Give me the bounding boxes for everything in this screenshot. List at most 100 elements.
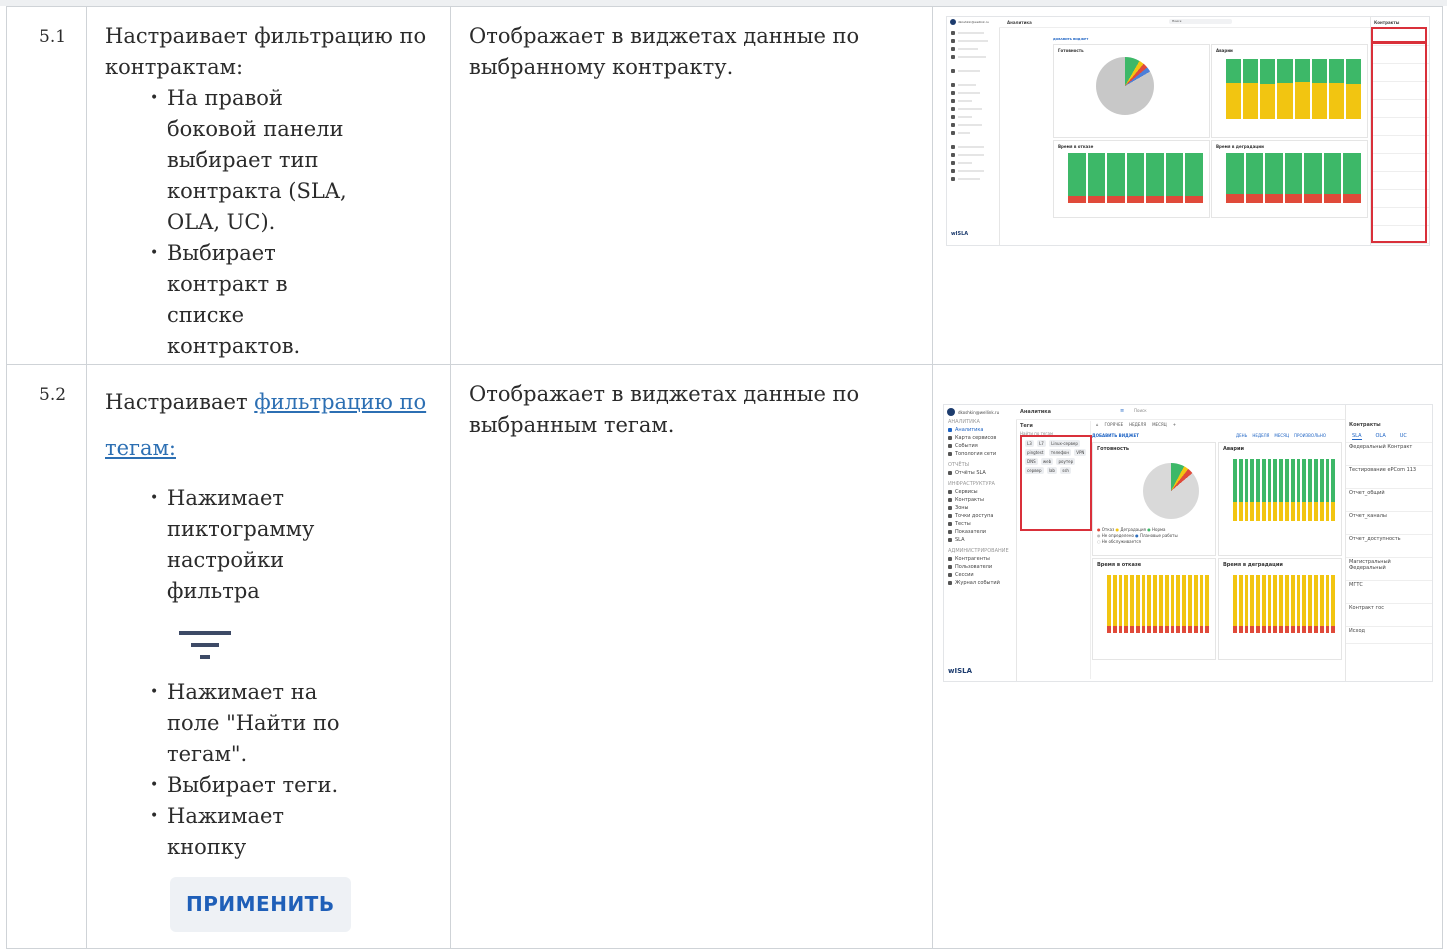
search-input[interactable]: Поиск	[1169, 19, 1232, 24]
bar	[1141, 575, 1146, 633]
tag-chip[interactable]: роутер	[1056, 458, 1076, 465]
sidebar-item-event-log[interactable]: Журнал событий	[944, 579, 1016, 587]
sidebar-item-services[interactable]: Сервисы	[944, 488, 1016, 496]
bar	[1147, 575, 1152, 633]
add-widget-button[interactable]: ДОБАВИТЬ ВИДЖЕТ	[1053, 37, 1088, 41]
result-cell: Отображает в виджетах данные по выбранно…	[450, 6, 933, 365]
tab-month[interactable]: МЕСЯЦ	[1152, 422, 1167, 427]
bar	[1170, 575, 1175, 633]
tab-hot[interactable]: ГОРЯЧЕЕ	[1105, 422, 1124, 427]
sidebar-item-tests[interactable]: Тесты	[944, 520, 1016, 528]
sidebar-item-sessions[interactable]: Сессии	[944, 571, 1016, 579]
sidebar-item-events[interactable]: События	[944, 442, 1016, 450]
bar-chart	[1068, 153, 1204, 203]
widget-title: Время в отказе	[1058, 144, 1094, 149]
list-item[interactable]: Отчет_доступность	[1346, 535, 1432, 558]
bar	[1187, 575, 1192, 633]
list-item[interactable]: Отчет_общий	[1346, 489, 1432, 512]
list-item-text: Нажимает кнопку	[167, 804, 285, 859]
result-cell: Отображает в виджетах данные по выбранны…	[450, 364, 933, 949]
list-item[interactable]: Контракт гос	[1346, 604, 1432, 627]
analytics-screenshot-tags: dkoshkin@wellink.ru АНАЛИТИКА Аналитика …	[943, 404, 1433, 682]
bar-chart	[1107, 575, 1210, 633]
widget-incidents: Аварии	[1218, 442, 1342, 556]
bar	[1279, 459, 1284, 521]
widget-title: Аварии	[1223, 446, 1244, 452]
add-tab-icon[interactable]: +	[1173, 422, 1176, 427]
sidebar-item-zones[interactable]: Зоны	[944, 504, 1016, 512]
sidebar-item-access-points[interactable]: Точки доступа	[944, 512, 1016, 520]
bar	[1130, 575, 1134, 633]
bar	[1331, 459, 1336, 521]
filter-icon[interactable]: ≡	[1120, 408, 1124, 414]
nav-header: АНАЛИТИКА	[948, 419, 980, 425]
tag-chip[interactable]: L7	[1037, 440, 1046, 447]
list-item[interactable]: Тестирование ePCom 113	[1346, 466, 1432, 489]
sidebar-item-analytics[interactable]: Аналитика	[944, 426, 1016, 434]
pie-chart	[1143, 463, 1199, 519]
period-custom[interactable]: ПРОИЗВОЛЬНО	[1294, 433, 1326, 438]
list-item[interactable]: Федеральный Контракт	[1346, 443, 1432, 466]
tag-chip[interactable]: web	[1040, 458, 1054, 465]
list-item[interactable]: МГТС	[1346, 581, 1432, 604]
contracts-title: Контракты	[1349, 422, 1381, 428]
sidebar-item-topology[interactable]: Топология сети	[944, 450, 1016, 458]
table-row: 5.1 Настраивает фильтрацию по контрактам…	[6, 6, 1443, 365]
result-text: Отображает в виджетах данные по выбранно…	[469, 24, 860, 79]
tag-chip[interactable]: L3	[1025, 440, 1034, 447]
tag-chip[interactable]: pingtest	[1025, 449, 1046, 456]
table-row: 5.2 Настраивает фильтрацию по тегам: Наж…	[6, 364, 1443, 949]
sidebar-item-contracts[interactable]: Контракты	[944, 496, 1016, 504]
period-selector: ДЕНЬ НЕДЕЛЯ МЕСЯЦ ПРОИЗВОЛЬНО	[1236, 433, 1326, 438]
highlight-contract-type	[1371, 27, 1427, 43]
search-input[interactable]: Поиск	[1134, 408, 1224, 415]
sidebar-item-counterparties[interactable]: Контрагенты	[944, 555, 1016, 563]
action-text: Настраивает фильтрацию по контрактам:	[105, 24, 427, 79]
tag-chip[interactable]: lab	[1046, 467, 1057, 474]
steps-table: 5.1 Настраивает фильтрацию по контрактам…	[6, 6, 1443, 949]
home-icon[interactable]: ⌂	[1096, 422, 1099, 427]
tab-uc[interactable]: UC	[1400, 433, 1407, 440]
substeps-list: Нажимает пиктограмму настройки фильтра Н…	[105, 483, 432, 932]
sidebar-item-metrics[interactable]: Показатели	[944, 528, 1016, 536]
add-widget-button[interactable]: ДОБАВИТЬ ВИДЖЕТ	[1092, 433, 1139, 438]
sidebar: dkoshkin@wellink.ru АНАЛИТИКА Аналитика …	[944, 405, 1017, 681]
list-item[interactable]: Исход	[1346, 627, 1432, 644]
tag-chip[interactable]: телефон	[1048, 449, 1071, 456]
sidebar: dkoshkin@wellink.ru wISLA	[947, 17, 1000, 245]
bar	[1267, 575, 1272, 633]
tags-title: Теги	[1020, 423, 1033, 429]
bar	[1279, 575, 1284, 633]
list-item[interactable]: Магистральный Федеральный	[1346, 558, 1432, 581]
period-week[interactable]: НЕДЕЛЯ	[1252, 433, 1269, 438]
avatar	[950, 19, 956, 25]
sidebar-item-service-map[interactable]: Карта сервисов	[944, 434, 1016, 442]
widget-degradation: Время в деградации	[1211, 140, 1368, 218]
widget-incidents: Аварии	[1211, 44, 1368, 138]
tag-chip[interactable]: DNS	[1025, 458, 1038, 465]
contracts-panel: Контракты SLA OLA UC Федеральный Контрак…	[1345, 405, 1432, 681]
widget-title: Готовность	[1058, 48, 1084, 53]
tab-ola[interactable]: OLA	[1376, 433, 1386, 440]
action-cell: Настраивает фильтрацию по тегам: Нажимае…	[86, 364, 451, 949]
tab-sla[interactable]: SLA	[1352, 433, 1362, 440]
period-month[interactable]: МЕСЯЦ	[1274, 433, 1289, 438]
action-cell: Настраивает фильтрацию по контрактам: На…	[86, 6, 451, 365]
tab-week[interactable]: НЕДЕЛЯ	[1129, 422, 1146, 427]
bar	[1244, 459, 1249, 521]
list-item[interactable]: Отчет_каналы	[1346, 512, 1432, 535]
bar	[1176, 575, 1181, 633]
tag-chip[interactable]: Linux-сервер	[1049, 440, 1080, 447]
apply-button[interactable]: ПРИМЕНИТЬ	[170, 877, 351, 932]
period-day[interactable]: ДЕНЬ	[1236, 433, 1247, 438]
sidebar-item-sla-reports[interactable]: Отчёты SLA	[944, 469, 1016, 477]
tag-chip[interactable]: ssh	[1060, 467, 1071, 474]
bar	[1302, 459, 1307, 521]
bar	[1118, 575, 1123, 633]
tag-chip[interactable]: сервер	[1025, 467, 1044, 474]
tag-chip[interactable]: VPN	[1074, 449, 1087, 456]
bar	[1159, 575, 1163, 633]
tabs-row: ⌂ ГОРЯЧЕЕ НЕДЕЛЯ МЕСЯЦ +	[1096, 422, 1176, 427]
sidebar-item-sla[interactable]: SLA	[944, 536, 1016, 544]
sidebar-item-users[interactable]: Пользователи	[944, 563, 1016, 571]
